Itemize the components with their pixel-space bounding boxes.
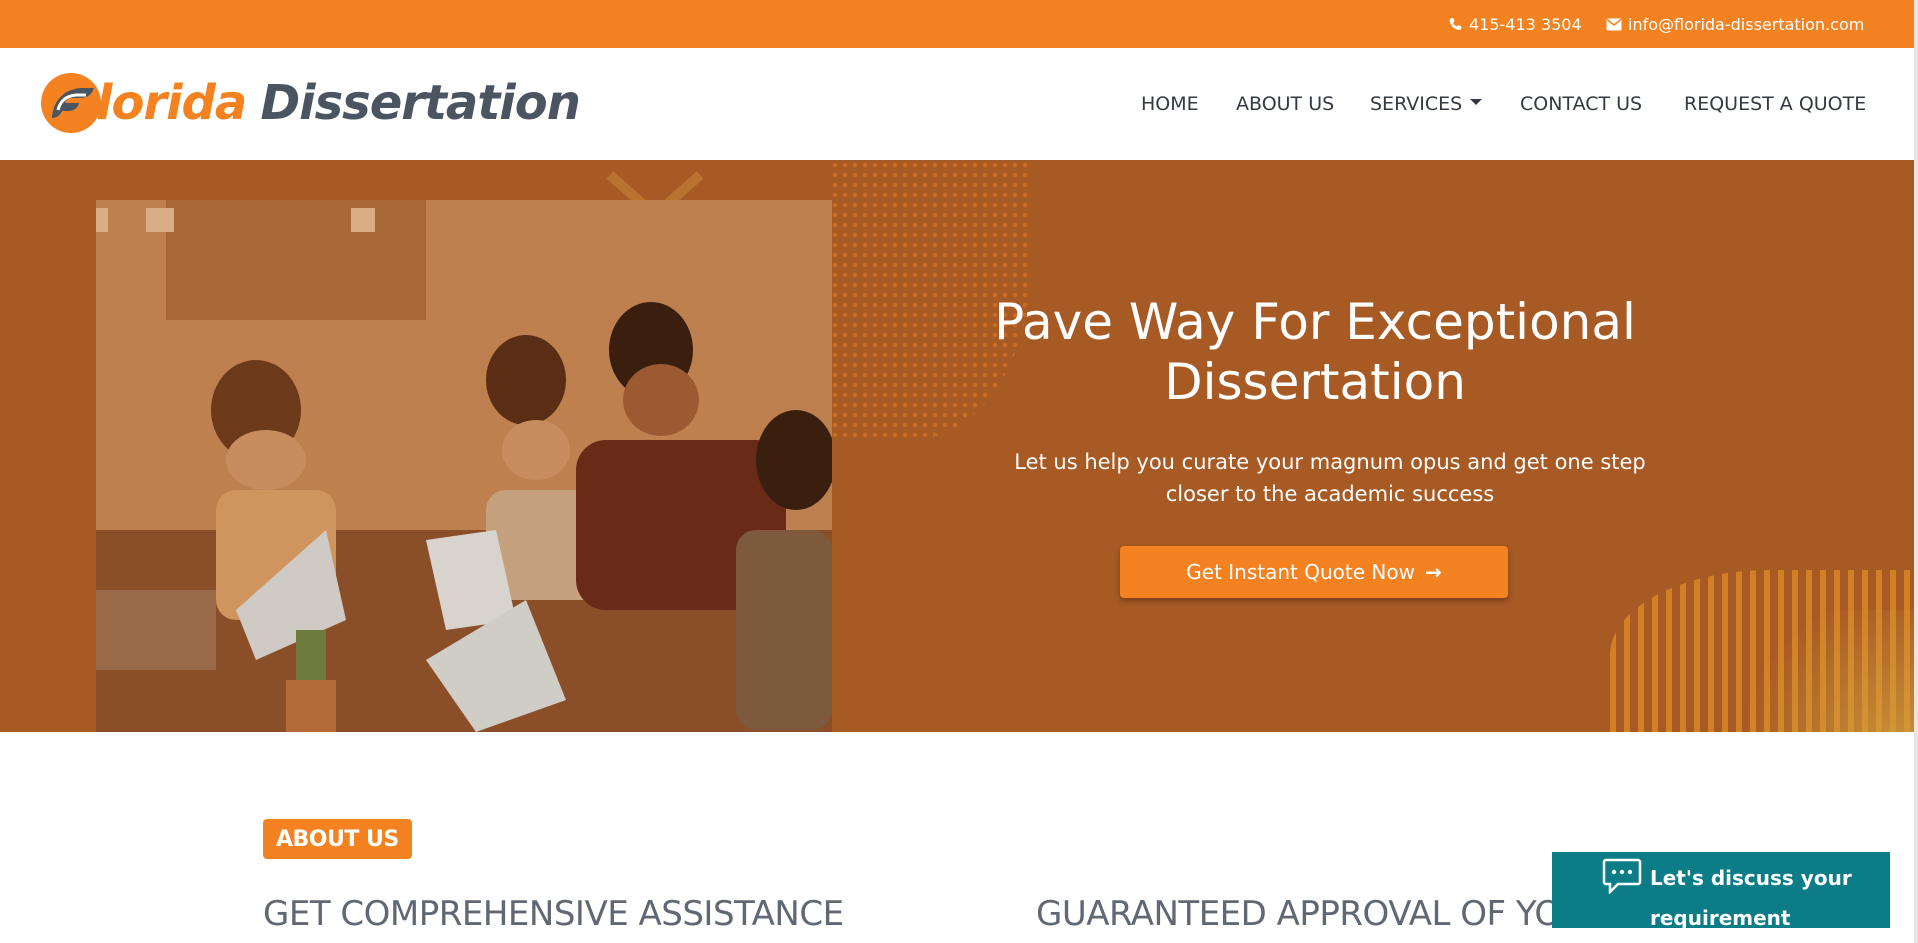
hero-subtitle: Let us help you curate your magnum opus … bbox=[1014, 450, 1646, 506]
about-us-badge: ABOUT US bbox=[263, 819, 412, 859]
nav-services-label: SERVICES bbox=[1370, 93, 1463, 115]
chat-label: Let's discuss your requirement bbox=[1650, 866, 1852, 930]
hero-team-photo bbox=[96, 200, 832, 732]
arrow-right-icon: → bbox=[1424, 560, 1442, 584]
team-meeting-illustration bbox=[96, 200, 832, 732]
nav-request-a-quote[interactable]: REQUEST A QUOTE bbox=[1684, 48, 1866, 160]
logo-f-mark-icon bbox=[41, 73, 101, 133]
chat-bubble-icon bbox=[1602, 858, 1642, 894]
get-instant-quote-button[interactable]: Get Instant Quote Now → bbox=[1120, 546, 1508, 598]
hero-banner: Pave Way For Exceptional Dissertation Le… bbox=[0, 160, 1914, 732]
logo-wordmark: lorida Dissertation bbox=[96, 75, 581, 131]
phone-number: 415-413 3504 bbox=[1469, 14, 1582, 34]
page-scrollbar[interactable] bbox=[1914, 0, 1918, 943]
nav-services[interactable]: SERVICES bbox=[1370, 48, 1483, 160]
hero-title: Pave Way For Exceptional Dissertation bbox=[994, 293, 1636, 411]
phone-contact[interactable]: 415-413 3504 bbox=[1448, 0, 1582, 48]
nav-contact-us[interactable]: CONTACT US bbox=[1520, 48, 1642, 160]
about-heading-left: GET COMPREHENSIVE ASSISTANCE bbox=[263, 894, 844, 934]
nav-home[interactable]: HOME bbox=[1141, 48, 1199, 160]
email-contact[interactable]: info@florida-dissertation.com bbox=[1606, 0, 1864, 48]
top-contact-bar: 415-413 3504 info@florida-dissertation.c… bbox=[0, 0, 1918, 48]
logo-text-part1: lorida bbox=[96, 75, 247, 131]
about-heading-right: GUARANTEED APPROVAL OF YOUR bbox=[1036, 894, 1609, 934]
nav-about-us[interactable]: ABOUT US bbox=[1236, 48, 1334, 160]
logo-text-part2: Dissertation bbox=[260, 75, 581, 131]
envelope-icon bbox=[1606, 18, 1622, 30]
email-address: info@florida-dissertation.com bbox=[1628, 14, 1865, 34]
decorative-glow bbox=[1720, 610, 1914, 732]
phone-icon bbox=[1449, 17, 1462, 30]
site-logo[interactable]: lorida Dissertation bbox=[38, 68, 581, 138]
chevron-down-icon bbox=[1470, 99, 1483, 105]
cta-label: Get Instant Quote Now bbox=[1186, 560, 1415, 584]
chat-widget-button[interactable]: Let's discuss your requirement bbox=[1552, 852, 1890, 930]
